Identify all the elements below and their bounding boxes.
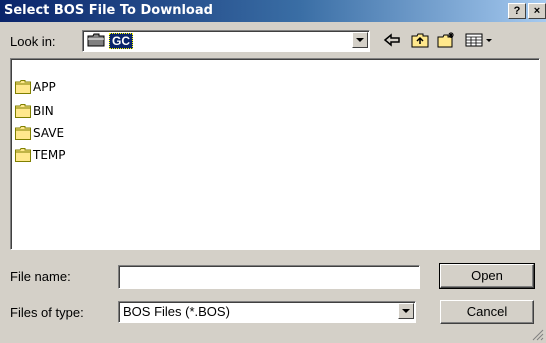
- title-bar[interactable]: Select BOS File To Download ? ×: [0, 0, 546, 22]
- file-list[interactable]: APP BIN SAVE TEMP: [10, 58, 540, 250]
- close-button[interactable]: ×: [528, 3, 546, 19]
- folder-icon: [87, 33, 105, 47]
- window-title: Select BOS File To Download: [4, 3, 213, 18]
- up-folder-icon[interactable]: [410, 31, 430, 49]
- file-name-input[interactable]: [118, 265, 420, 289]
- new-folder-icon[interactable]: [436, 31, 456, 49]
- folder-icon: [15, 80, 31, 94]
- folder-icon: [15, 148, 31, 162]
- chevron-down-icon[interactable]: [352, 32, 368, 48]
- file-name-label: File name:: [10, 269, 71, 284]
- file-item-label: TEMP: [33, 148, 66, 162]
- open-button[interactable]: Open: [439, 263, 535, 289]
- folder-icon: [15, 104, 31, 118]
- views-menu-icon[interactable]: [464, 31, 494, 49]
- look-in-dropdown[interactable]: GC: [82, 30, 370, 52]
- file-item-label: BIN: [33, 104, 54, 118]
- look-in-value: GC: [109, 33, 133, 49]
- files-of-type-dropdown[interactable]: BOS Files (*.BOS): [118, 301, 416, 323]
- folder-icon: [15, 126, 31, 140]
- look-in-label: Look in:: [10, 34, 56, 49]
- file-item-label: SAVE: [33, 126, 65, 140]
- cancel-button[interactable]: Cancel: [440, 300, 534, 324]
- back-arrow-icon[interactable]: [382, 31, 402, 49]
- files-of-type-label: Files of type:: [10, 305, 84, 320]
- resize-grip-icon[interactable]: [532, 329, 544, 341]
- help-button[interactable]: ?: [508, 3, 526, 19]
- file-item-label: APP: [33, 80, 56, 94]
- files-of-type-value: BOS Files (*.BOS): [123, 304, 230, 319]
- chevron-down-icon[interactable]: [398, 303, 414, 319]
